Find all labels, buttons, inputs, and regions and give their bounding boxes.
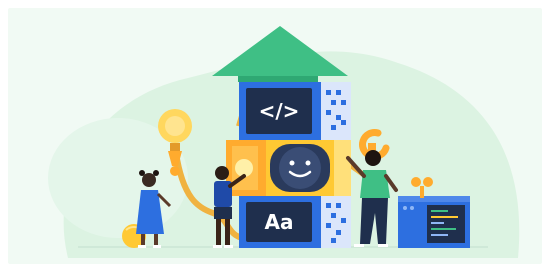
hero-illustration: </> Aa — [48, 26, 520, 259]
font-sample-text: Aa — [265, 210, 294, 234]
code-tag-text: </> — [259, 99, 300, 123]
hero-illustration-card: </> Aa — [8, 8, 542, 264]
smiley-face-icon — [279, 147, 321, 189]
